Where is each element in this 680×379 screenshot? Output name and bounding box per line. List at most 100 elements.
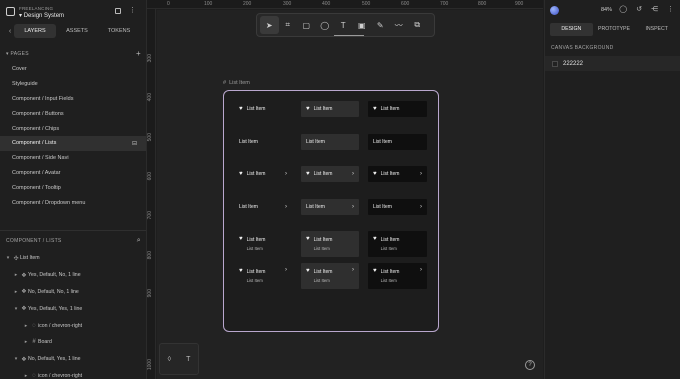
list-item-two-line[interactable]: ♥ List Item List Item › (301, 263, 359, 289)
help-icon[interactable]: ? (525, 360, 535, 370)
page-item-active[interactable]: Component / Lists ⊟ (0, 135, 146, 151)
chevron-right-icon[interactable]: ▸ (22, 373, 30, 379)
layer-row[interactable]: ▾ ✣ List Item (0, 250, 146, 267)
page-label: Component / Avatar (12, 169, 61, 176)
pen-icon[interactable]: ✎ (371, 16, 390, 34)
list-item[interactable]: List Item (301, 134, 359, 150)
layer-row[interactable]: ▸ # Board (0, 334, 146, 351)
canvas[interactable]: ➤ ⌗ ▢ ◯ T ▣ ✎ 〰 ⧉ # List Item ♥ List Item … (157, 10, 543, 379)
text-style-icon[interactable]: T (186, 356, 190, 363)
list-item[interactable]: List Item › (234, 199, 292, 215)
layer-label: No, Default, Yes, 1 line (28, 356, 81, 363)
component-icon: ❖ (21, 272, 27, 279)
list-item[interactable]: List Item › (301, 199, 359, 215)
avatar[interactable] (550, 5, 559, 15)
color-swatch[interactable] (552, 60, 558, 67)
list-item-label: List Item (246, 106, 266, 112)
canvas-background-row[interactable]: 222222 (545, 56, 680, 71)
rect-icon[interactable]: ▢ (297, 16, 316, 34)
tab-prototype[interactable]: PROTOTYPE (593, 23, 636, 36)
frame-icon[interactable]: ⌗ (279, 16, 298, 34)
list-item[interactable]: ♥ List Item › (301, 166, 359, 182)
layer-label: icon / chevron-right (38, 322, 83, 329)
chevron-down-icon[interactable]: ▾ (12, 306, 20, 312)
list-item[interactable]: ♥ List Item (368, 101, 427, 117)
list-item[interactable]: List Item (368, 134, 427, 150)
list-item-board[interactable]: ♥ List Item ♥ List Item ♥ List Item List It… (223, 90, 439, 332)
text-icon[interactable]: T (334, 16, 364, 36)
tab-inspect[interactable]: INSPECT (635, 23, 678, 36)
layout-toggle-icon[interactable] (115, 8, 121, 14)
ruler-tick: 300 (283, 1, 292, 7)
tool-underline (334, 35, 364, 36)
component-instance-icon: ◌ (32, 322, 36, 329)
share-icon[interactable]: ⋲ (651, 5, 658, 13)
page-item[interactable]: Component / Chips (0, 121, 146, 136)
tab-layers[interactable]: LAYERS (14, 24, 56, 38)
layer-row[interactable]: ▾ ❖ No, Default, Yes, 1 line (0, 351, 146, 368)
page-item[interactable]: Component / Buttons (0, 106, 146, 121)
list-item[interactable]: List Item › (368, 199, 427, 215)
list-item[interactable]: ♥ List Item › (368, 166, 427, 182)
chevron-right-icon[interactable]: ▸ (22, 323, 30, 329)
list-item-two-line[interactable]: ♥ List Item List Item › (234, 263, 292, 289)
palette-icon[interactable]: ◊ (168, 356, 171, 363)
path-icon[interactable]: 〰 (390, 16, 409, 34)
list-item[interactable]: ♥ List Item › (234, 166, 292, 182)
layer-row[interactable]: ▸ ◌ icon / chevron-right (0, 317, 146, 334)
add-page-button[interactable]: + (136, 49, 141, 58)
history-icon[interactable]: ↺ (636, 5, 642, 13)
menu-dots-icon[interactable]: ⋮ (129, 7, 136, 14)
chevron-down-icon[interactable]: ▾ (12, 356, 20, 362)
back-chevron-icon[interactable]: ‹ (6, 28, 14, 35)
chevron-right-icon[interactable]: ▸ (12, 272, 20, 278)
layer-label: List Item (20, 255, 40, 262)
page-item[interactable]: Component / Dropdown menu (0, 195, 146, 210)
page-options-icon[interactable]: ⊟ (132, 140, 137, 147)
board-label[interactable]: # List Item (223, 80, 250, 86)
layer-row[interactable]: ▸ ❖ Yes, Default, No, 1 line (0, 267, 146, 284)
project-header[interactable]: FREELANCING ▾ Design System (6, 6, 64, 19)
list-item-label: List Item (306, 139, 325, 145)
list-item-label: List Item (313, 237, 333, 243)
ellipse-icon[interactable]: ◯ (316, 16, 335, 34)
layer-row[interactable]: ▾ ❖ Yes, Default, Yes, 1 line (0, 300, 146, 317)
canvas-background-value[interactable]: 222222 (563, 61, 583, 67)
page-label: Component / Side Navi (12, 155, 69, 162)
left-sidebar: FREELANCING ▾ Design System ⋮ ‹ LAYERS A… (0, 0, 147, 379)
layer-row[interactable]: ▸ ❖ No, Default, No, 1 line (0, 284, 146, 301)
pointer-icon[interactable]: ➤ (260, 16, 279, 34)
list-item-two-line[interactable]: ♥ List Item List Item (368, 231, 427, 257)
page-item[interactable]: Cover (0, 62, 146, 77)
chevron-right-icon: › (285, 171, 287, 177)
page-item[interactable]: Component / Input Fields (0, 92, 146, 107)
chevron-right-icon: › (420, 267, 422, 273)
chevron-down-icon[interactable]: ▾ (4, 255, 12, 261)
zoom-level[interactable]: 84% (601, 7, 612, 13)
chevron-right-icon: › (352, 267, 354, 273)
comment-icon[interactable]: ◯ (619, 5, 627, 13)
tab-assets[interactable]: ASSETS (56, 24, 98, 38)
component-icon[interactable]: ⧉ (408, 16, 427, 34)
page-item[interactable]: Component / Avatar (0, 166, 146, 181)
tab-tokens[interactable]: TOKENS (98, 24, 140, 38)
chevron-right-icon[interactable]: ▸ (12, 289, 20, 295)
image-icon[interactable]: ▣ (353, 16, 372, 34)
page-item[interactable]: Component / Tooltip (0, 180, 146, 195)
list-item-two-line[interactable]: ♥ List Item List Item (301, 231, 359, 257)
list-item-two-line[interactable]: ♥ List Item List Item › (368, 263, 427, 289)
page-item[interactable]: Styleguide (0, 77, 146, 92)
page-item[interactable]: Component / Side Navi (0, 151, 146, 166)
list-item[interactable]: ♥ List Item (301, 101, 359, 117)
tab-design[interactable]: DESIGN (550, 23, 593, 36)
layer-row[interactable]: ▸ ◌ icon / chevron-right (0, 368, 146, 379)
page-label: Component / Tooltip (12, 184, 61, 191)
list-item[interactable]: ♥ List Item (234, 101, 292, 117)
more-icon[interactable]: ⋮ (667, 5, 674, 13)
list-item-two-line[interactable]: ♥ List Item List Item (234, 231, 292, 257)
ruler-tick: 800 (147, 251, 153, 260)
list-item[interactable]: List Item (234, 134, 292, 150)
project-name[interactable]: ▾ Design System (19, 12, 64, 19)
search-icon[interactable]: ⌕ (137, 237, 141, 245)
chevron-right-icon[interactable]: ▸ (22, 339, 30, 345)
